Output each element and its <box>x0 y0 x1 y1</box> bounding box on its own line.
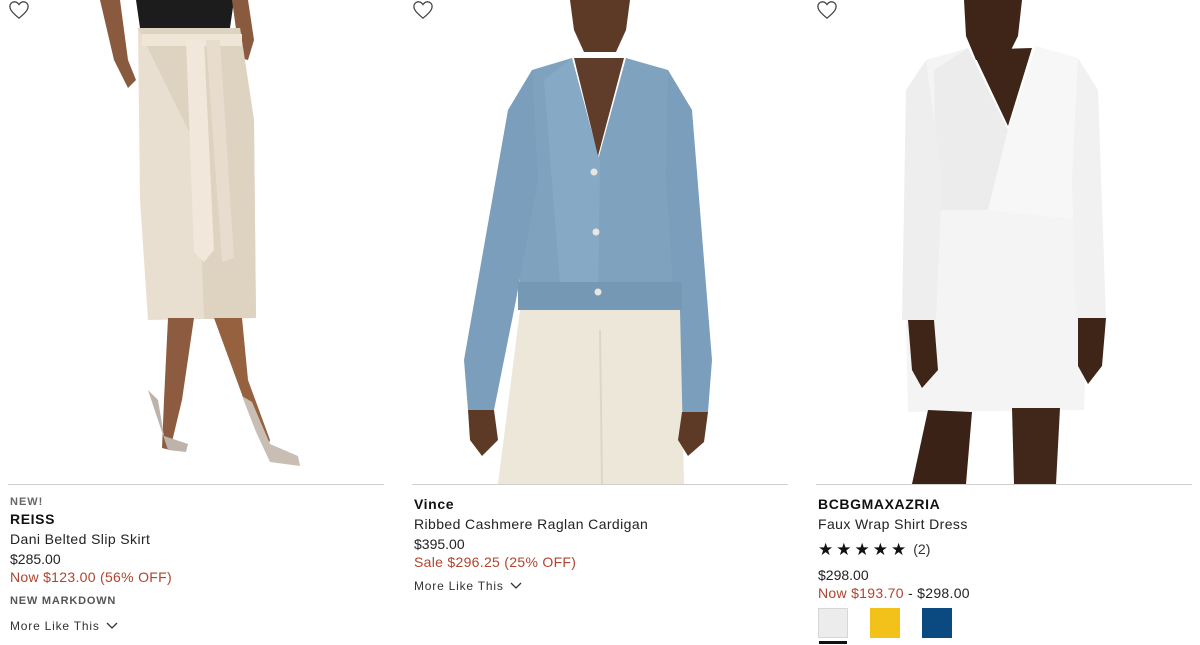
star-filled-icon: ★ <box>872 539 888 559</box>
star-filled-icon: ★ <box>836 539 852 559</box>
wishlist-heart-icon[interactable] <box>816 0 838 20</box>
sale-price: Now $123.00 (56% OFF) <box>10 569 172 585</box>
product-card-bcbg-dress[interactable]: BCBGMAXAZRIA Faux Wrap Shirt Dress ★ ★ ★… <box>816 0 1192 645</box>
range-end-price: $298.00 <box>917 585 970 601</box>
brand-name[interactable]: BCBGMAXAZRIA <box>818 495 1192 514</box>
original-price: $395.00 <box>414 536 465 552</box>
new-badge: NEW! <box>10 496 44 508</box>
star-filled-icon: ★ <box>854 539 870 559</box>
sale-price-range: Now $193.70 - $298.00 <box>818 584 1192 602</box>
star-filled-icon: ★ <box>818 539 834 559</box>
markdown-label: NEW MARKDOWN <box>10 595 117 607</box>
more-like-this-label: More Like This <box>10 619 100 633</box>
more-like-this-button[interactable]: More Like This <box>414 579 522 593</box>
color-swatches <box>818 608 1192 644</box>
product-card-reiss-skirt[interactable]: NEW! REISS Dani Belted Slip Skirt $285.0… <box>8 0 384 645</box>
dress-model-image <box>902 0 1106 484</box>
rating[interactable]: ★ ★ ★ ★ ★ (2) <box>818 539 1192 559</box>
brand-name[interactable]: Vince <box>414 495 788 514</box>
product-image[interactable] <box>8 0 384 485</box>
skirt-model-image <box>100 0 300 466</box>
product-image[interactable] <box>412 0 788 485</box>
product-title[interactable]: Faux Wrap Shirt Dress <box>818 514 1192 534</box>
product-image[interactable] <box>816 0 1192 485</box>
range-dash: - <box>903 585 918 601</box>
sale-price: Sale $296.25 (25% OFF) <box>414 554 577 570</box>
brand-name[interactable]: REISS <box>10 510 384 529</box>
chevron-down-icon <box>106 622 118 629</box>
wishlist-heart-icon[interactable] <box>8 0 30 20</box>
swatch-white[interactable] <box>818 608 848 644</box>
star-filled-icon: ★ <box>891 539 907 559</box>
product-card-vince-cardigan[interactable]: Vince Ribbed Cashmere Raglan Cardigan $3… <box>412 0 788 645</box>
more-like-this-button[interactable]: More Like This <box>10 619 118 633</box>
swatch-yellow[interactable] <box>870 608 900 638</box>
wishlist-heart-icon[interactable] <box>412 0 434 20</box>
original-price: $285.00 <box>10 551 61 567</box>
cardigan-model-image <box>464 0 712 484</box>
product-title[interactable]: Dani Belted Slip Skirt <box>10 529 384 549</box>
sale-price: Now $193.70 <box>818 585 904 601</box>
more-like-this-label: More Like This <box>414 579 504 593</box>
swatch-navy[interactable] <box>922 608 952 638</box>
original-price: $298.00 <box>818 567 869 583</box>
rating-count: (2) <box>913 541 931 557</box>
chevron-down-icon <box>510 582 522 589</box>
product-title[interactable]: Ribbed Cashmere Raglan Cardigan <box>414 514 788 534</box>
